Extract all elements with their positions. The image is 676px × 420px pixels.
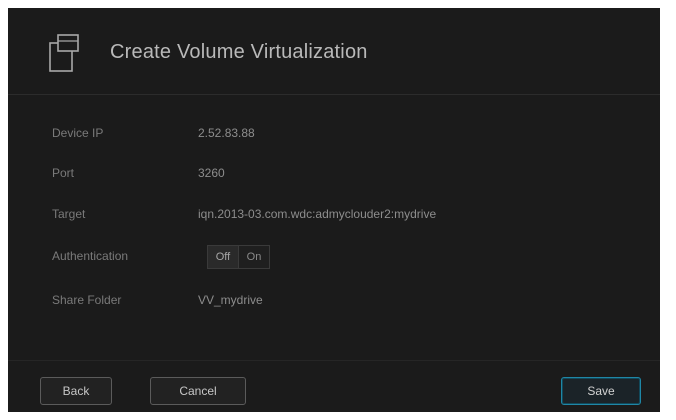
authentication-on-option[interactable]: On bbox=[239, 245, 270, 269]
target-value: iqn.2013-03.com.wdc:admyclouder2:mydrive bbox=[198, 207, 437, 221]
volume-stack-icon bbox=[49, 34, 79, 72]
dialog-header: Create Volume Virtualization bbox=[8, 8, 660, 95]
device-ip-label: Device IP bbox=[52, 126, 104, 140]
authentication-row: Authentication Off On bbox=[8, 245, 660, 269]
share-folder-value: VV_mydrive bbox=[198, 293, 263, 307]
back-button[interactable]: Back bbox=[40, 377, 112, 405]
dialog-footer: Back Cancel Save bbox=[8, 360, 660, 413]
authentication-toggle[interactable]: Off On bbox=[207, 245, 270, 269]
authentication-label: Authentication bbox=[52, 249, 129, 263]
port-value: 3260 bbox=[198, 166, 225, 180]
share-folder-label: Share Folder bbox=[52, 293, 122, 307]
port-label: Port bbox=[52, 166, 75, 180]
target-row: Target iqn.2013-03.com.wdc:admyclouder2:… bbox=[8, 203, 660, 227]
save-button[interactable]: Save bbox=[561, 377, 641, 405]
cancel-button[interactable]: Cancel bbox=[150, 377, 246, 405]
create-volume-virtualization-dialog: Create Volume Virtualization Device IP 2… bbox=[8, 8, 660, 412]
authentication-off-option[interactable]: Off bbox=[207, 245, 239, 269]
device-ip-row: Device IP 2.52.83.88 bbox=[8, 122, 660, 146]
port-row: Port 3260 bbox=[8, 162, 660, 186]
dialog-title: Create Volume Virtualization bbox=[110, 41, 368, 63]
target-label: Target bbox=[52, 207, 86, 221]
device-ip-value: 2.52.83.88 bbox=[198, 126, 255, 140]
share-folder-row: Share Folder VV_mydrive bbox=[8, 289, 660, 313]
